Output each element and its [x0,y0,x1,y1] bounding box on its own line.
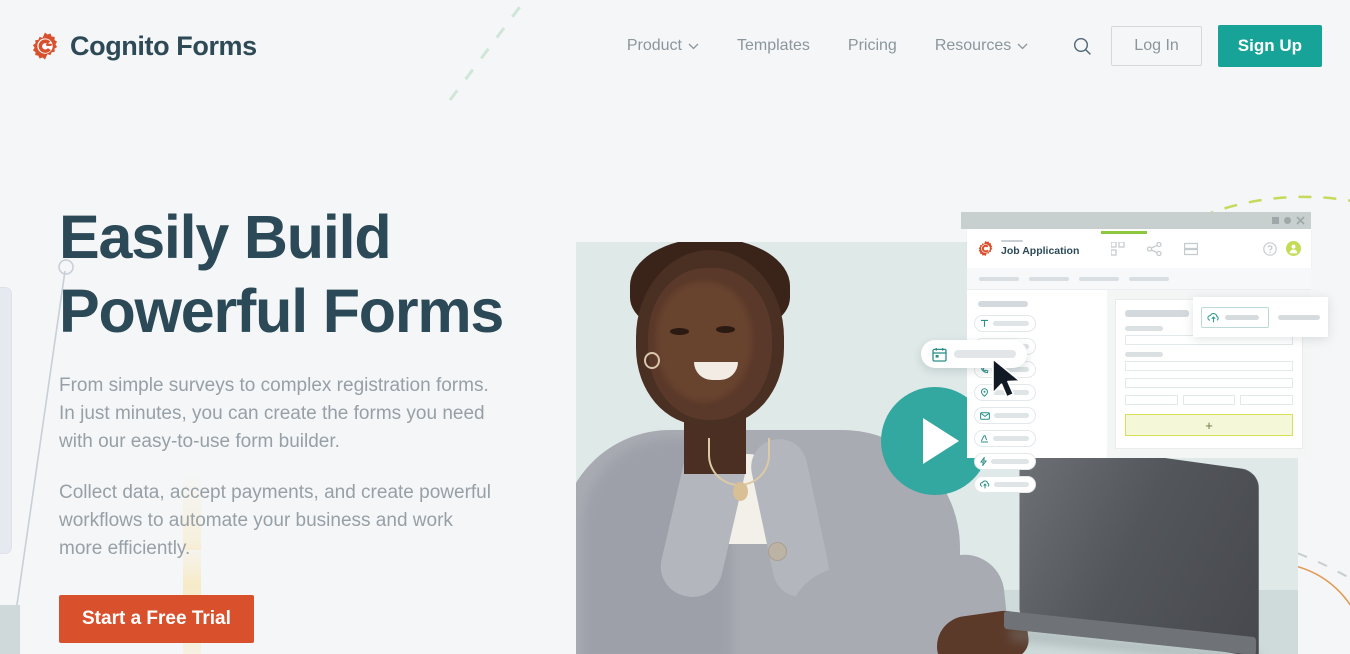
maximize-icon[interactable] [1284,217,1291,224]
rows-icon[interactable] [1184,242,1199,256]
palette-heading-placeholder [978,301,1028,307]
main-navigation: Product Templates Pricing Resources Log … [608,25,1322,67]
active-tab-indicator [1101,230,1148,234]
nav-item-resources[interactable]: Resources [916,37,1047,55]
signature-field-icon [980,435,988,443]
hero-paragraph-2: Collect data, accept payments, and creat… [59,482,491,559]
lightning-field-icon [980,457,987,466]
cloud-upload-icon [1207,312,1219,322]
hero-paragraph-1: From simple surveys to complex registrat… [59,375,489,452]
nav-item-resources-label: Resources [934,37,1012,54]
canvas-input-field[interactable] [1240,395,1294,405]
nav-item-templates[interactable]: Templates [718,37,829,55]
user-avatar-icon[interactable] [1286,241,1301,256]
cognito-gear-icon [978,240,993,257]
canvas-input-field[interactable] [1125,395,1178,405]
canvas-section-heading [1125,310,1189,317]
builder-toolbar-right [1263,241,1311,256]
chevron-down-icon [688,43,699,49]
brand-name: Cognito Forms [70,30,257,61]
signup-button[interactable]: Sign Up [1217,25,1322,67]
field-palette-panel [967,290,1107,493]
canvas-input-field[interactable] [1125,378,1293,388]
nav-item-product[interactable]: Product [608,37,718,55]
close-icon[interactable] [1296,216,1305,225]
landing-page: Cognito Forms Product Templates Pricing … [0,0,1350,654]
text-field-icon [981,319,988,327]
brand-logo[interactable]: Cognito Forms [30,31,257,62]
email-field-icon [980,411,990,420]
canvas-input-row [1125,395,1294,405]
calendar-field-icon [932,347,947,362]
canvas-input-field[interactable] [1125,361,1293,371]
hero-title-line-2: Powerful Forms [59,277,504,345]
hero-section: Easily Build Powerful Forms From simple … [59,200,529,654]
add-field-button[interactable]: + [1125,414,1293,436]
site-header: Cognito Forms Product Templates Pricing … [0,0,1350,92]
form-title: Job Application [1001,245,1080,258]
help-circle-icon[interactable] [1263,241,1277,256]
nav-item-templates-label: Templates [736,37,810,54]
search-icon [1073,37,1091,55]
canvas-field-label [1125,352,1163,357]
login-button[interactable]: Log In [1111,26,1202,66]
minimize-icon[interactable] [1272,217,1279,224]
sub-nav-item[interactable] [1079,276,1119,281]
address-field-icon [980,388,989,397]
file-upload-popup [1193,297,1328,337]
builder-sub-navigation [967,268,1311,290]
start-free-trial-button[interactable]: Start a Free Trial [59,595,254,643]
cognito-gear-icon [32,32,58,60]
builder-tabs [1101,230,1199,256]
nav-item-product-label: Product [626,37,682,54]
palette-item-signature-field[interactable] [974,430,1036,447]
canvas-field-label [1125,326,1163,331]
breadcrumb-placeholder [1001,239,1023,243]
palette-item-lightning-field[interactable] [974,453,1036,470]
chevron-down-icon [1017,43,1028,49]
file-upload-field-icon [980,480,990,489]
mouse-pointer-icon [992,358,1021,398]
play-icon [923,418,959,464]
page-title: Easily Build Powerful Forms [59,200,529,348]
palette-item-email-field[interactable] [974,407,1036,424]
share-nodes-icon[interactable] [1147,241,1163,256]
form-builder-mockup: Job Application + [961,212,1328,493]
upload-popup-label-placeholder [1278,314,1320,320]
builder-toolbar: Job Application [967,229,1311,268]
hero-title-line-1: Easily Build [59,203,392,271]
palette-item-file-upload-field[interactable] [974,476,1036,493]
window-titlebar [961,212,1311,229]
decorative-left-band [0,605,20,654]
sub-nav-item[interactable] [1129,276,1169,281]
palette-item-text-field[interactable] [974,315,1036,332]
sub-nav-item[interactable] [979,276,1019,281]
nav-item-pricing[interactable]: Pricing [829,37,916,55]
decorative-left-panel [0,287,12,554]
canvas-input-field[interactable] [1182,395,1236,405]
layout-grid-icon[interactable] [1111,241,1126,256]
sub-nav-item[interactable] [1029,276,1069,281]
search-button[interactable] [1065,29,1099,63]
nav-item-pricing-label: Pricing [847,37,897,54]
builder-title-block: Job Application [1001,239,1080,258]
file-upload-dropzone[interactable] [1201,306,1269,328]
